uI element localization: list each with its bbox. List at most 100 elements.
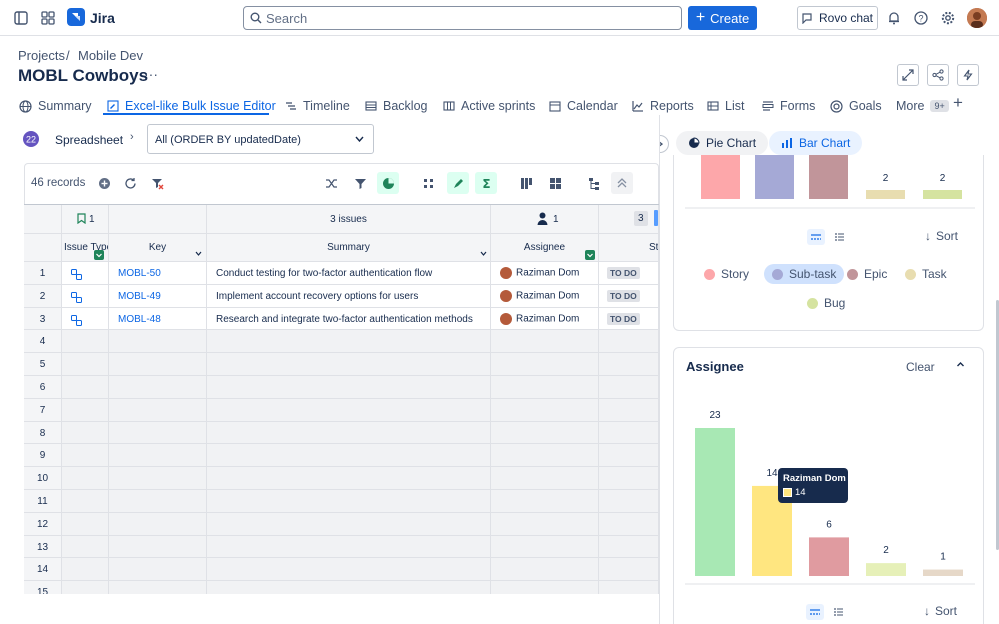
issue-key-cell[interactable]: MOBL-49 bbox=[109, 284, 207, 308]
tab-summary[interactable]: Summary bbox=[19, 96, 91, 116]
empty-cell[interactable] bbox=[599, 490, 659, 513]
empty-cell[interactable] bbox=[491, 421, 599, 445]
column-filter-active-icon[interactable] bbox=[585, 250, 595, 260]
empty-cell[interactable] bbox=[491, 512, 599, 536]
columns-settings-icon[interactable] bbox=[515, 172, 537, 194]
column-header-summary[interactable]: Summary bbox=[207, 234, 491, 262]
empty-cell[interactable] bbox=[109, 467, 207, 490]
filter-select[interactable]: All (ORDER BY updatedDate) bbox=[147, 124, 374, 154]
list-view-icon[interactable] bbox=[832, 229, 848, 245]
help-icon[interactable]: ? bbox=[909, 6, 933, 30]
create-button[interactable]: + Create bbox=[688, 6, 757, 30]
breadcrumb-projects[interactable]: Projects bbox=[18, 48, 65, 63]
empty-cell[interactable] bbox=[207, 467, 491, 490]
empty-cell[interactable] bbox=[599, 330, 659, 354]
empty-cell[interactable] bbox=[491, 558, 599, 582]
issue-type-cell[interactable] bbox=[62, 284, 109, 308]
assignee-cell[interactable]: Raziman Dom bbox=[491, 262, 599, 285]
share-icon[interactable] bbox=[927, 64, 949, 86]
empty-cell[interactable] bbox=[491, 490, 599, 513]
empty-cell[interactable] bbox=[599, 444, 659, 468]
empty-cell[interactable] bbox=[599, 558, 659, 582]
empty-cell[interactable] bbox=[491, 330, 599, 354]
refresh-icon[interactable] bbox=[119, 172, 141, 194]
column-header-issue-type[interactable]: Issue Type bbox=[62, 234, 109, 262]
issue-type-cell[interactable] bbox=[62, 262, 109, 285]
automation-lightning-icon[interactable] bbox=[957, 64, 979, 86]
chart-view-toggle-icon[interactable] bbox=[806, 604, 824, 620]
empty-cell[interactable] bbox=[62, 581, 109, 594]
empty-cell[interactable] bbox=[62, 421, 109, 445]
legend-item-subtask[interactable]: Sub-task bbox=[764, 264, 845, 284]
list-view-icon[interactable] bbox=[831, 604, 847, 620]
rovo-chat-button[interactable]: Rovo chat bbox=[797, 6, 878, 30]
empty-cell[interactable] bbox=[109, 376, 207, 399]
empty-cell[interactable] bbox=[599, 535, 659, 559]
empty-cell[interactable] bbox=[62, 376, 109, 399]
empty-cell[interactable] bbox=[109, 535, 207, 559]
collapse-up-icon[interactable] bbox=[611, 172, 633, 194]
empty-cell[interactable] bbox=[491, 535, 599, 559]
app-switcher-icon[interactable] bbox=[36, 6, 60, 30]
chevron-up-icon[interactable] bbox=[956, 360, 965, 369]
empty-cell[interactable] bbox=[599, 467, 659, 490]
pie-chart-toggle-icon[interactable] bbox=[377, 172, 399, 194]
empty-cell[interactable] bbox=[109, 581, 207, 594]
legend-item-bug[interactable]: Bug bbox=[807, 296, 845, 310]
clear-filter-icon[interactable] bbox=[146, 172, 168, 194]
add-tab-plus-icon[interactable]: + bbox=[953, 93, 963, 113]
sort-chevron-down-icon[interactable] bbox=[480, 251, 487, 256]
grid-layout-icon[interactable] bbox=[544, 172, 566, 194]
issue-key-cell[interactable]: MOBL-50 bbox=[109, 262, 207, 285]
column-filter-active-icon[interactable] bbox=[94, 250, 104, 260]
highlight-pen-icon[interactable] bbox=[447, 172, 469, 194]
status-cell[interactable]: TO DO bbox=[599, 284, 659, 308]
legend-item-epic[interactable]: Epic bbox=[847, 267, 887, 281]
status-lozenge[interactable]: TO DO bbox=[607, 312, 640, 325]
empty-cell[interactable] bbox=[62, 444, 109, 468]
status-lozenge[interactable]: TO DO bbox=[607, 289, 640, 302]
empty-cell[interactable] bbox=[62, 558, 109, 582]
notifications-bell-icon[interactable] bbox=[882, 6, 906, 30]
status-cell[interactable]: TO DO bbox=[599, 262, 659, 285]
status-lozenge[interactable]: TO DO bbox=[607, 267, 640, 279]
empty-cell[interactable] bbox=[207, 535, 491, 559]
sort-button[interactable]: ↓ Sort bbox=[925, 229, 958, 243]
empty-cell[interactable] bbox=[207, 444, 491, 468]
app-name[interactable]: Jira bbox=[90, 10, 115, 26]
chevron-right-icon[interactable]: › bbox=[130, 131, 134, 143]
issue-key-link[interactable]: MOBL-49 bbox=[118, 291, 161, 302]
empty-cell[interactable] bbox=[207, 490, 491, 513]
empty-cell[interactable] bbox=[207, 398, 491, 422]
empty-cell[interactable] bbox=[109, 421, 207, 445]
shuffle-icon[interactable] bbox=[320, 172, 342, 194]
more-actions-icon[interactable]: ··· bbox=[144, 66, 158, 82]
column-header-status[interactable]: St bbox=[599, 234, 659, 262]
user-avatar[interactable] bbox=[967, 8, 987, 28]
empty-cell[interactable] bbox=[109, 490, 207, 513]
bookmark-group-cell[interactable]: 1 bbox=[62, 205, 109, 234]
sum-sigma-icon[interactable]: Σ bbox=[475, 172, 497, 194]
empty-cell[interactable] bbox=[109, 444, 207, 468]
tab-list[interactable]: List bbox=[707, 96, 744, 116]
empty-cell[interactable] bbox=[207, 581, 491, 594]
empty-cell[interactable] bbox=[62, 330, 109, 354]
tab-active-sprints[interactable]: Active sprints bbox=[443, 96, 535, 116]
column-header-key[interactable]: Key bbox=[109, 234, 207, 262]
empty-cell[interactable] bbox=[207, 512, 491, 536]
bar-chart-button[interactable]: Bar Chart bbox=[769, 131, 863, 155]
tab-more[interactable]: More 9+ bbox=[896, 96, 949, 116]
jira-logo-icon[interactable] bbox=[67, 8, 85, 26]
empty-cell[interactable] bbox=[109, 558, 207, 582]
sidebar-toggle-icon[interactable] bbox=[9, 6, 33, 30]
empty-cell[interactable] bbox=[109, 398, 207, 422]
empty-cell[interactable] bbox=[491, 376, 599, 399]
empty-cell[interactable] bbox=[491, 581, 599, 594]
empty-cell[interactable] bbox=[62, 512, 109, 536]
hierarchy-icon[interactable] bbox=[583, 172, 605, 194]
tab-calendar[interactable]: Calendar bbox=[549, 96, 618, 116]
empty-cell[interactable] bbox=[207, 558, 491, 582]
empty-cell[interactable] bbox=[491, 398, 599, 422]
expand-icon[interactable] bbox=[897, 64, 919, 86]
search-input[interactable]: Search bbox=[243, 6, 682, 30]
